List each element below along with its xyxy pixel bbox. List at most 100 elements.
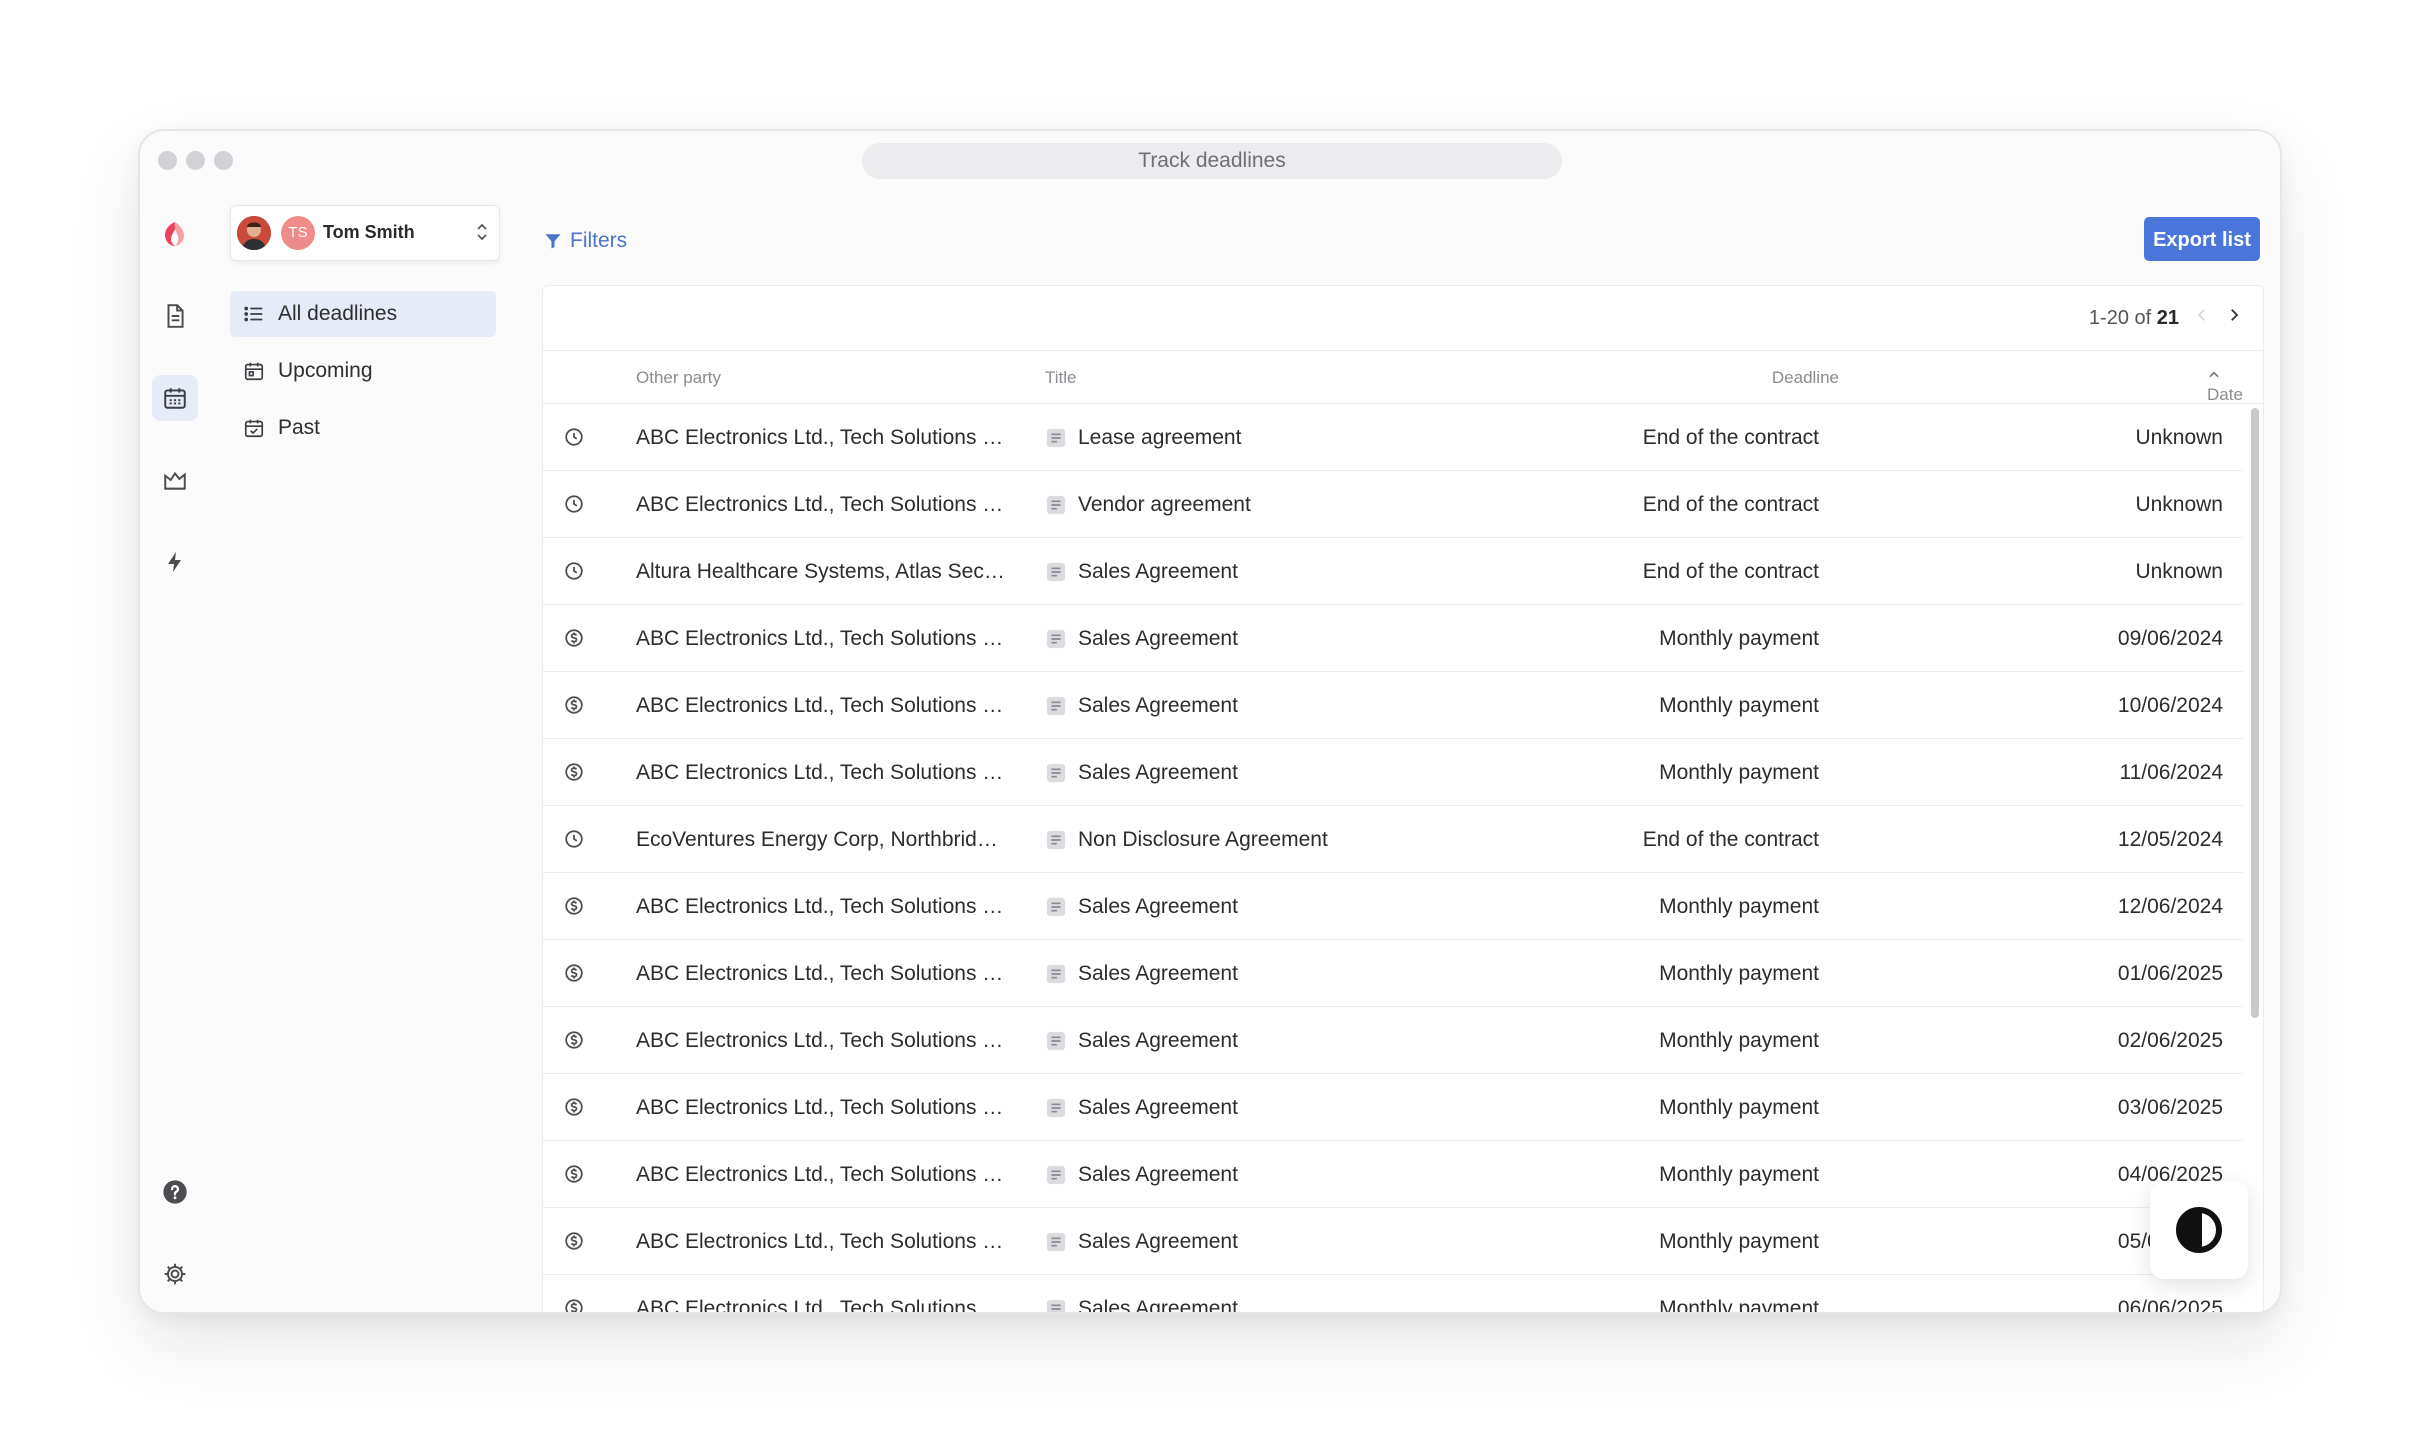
column-header-deadline[interactable]: Deadline — [1772, 368, 1839, 388]
bolt-icon[interactable] — [152, 539, 198, 585]
title-cell: Lease agreement — [1045, 426, 1241, 450]
table-row[interactable]: ABC Electronics Ltd., Tech Solutions Inc… — [543, 1275, 2243, 1314]
title-text: Non Disclosure Agreement — [1078, 828, 1328, 851]
calendar-icon[interactable] — [152, 375, 198, 421]
other-party-cell: ABC Electronics Ltd., Tech Solutions Inc… — [636, 493, 1006, 516]
payment-icon — [563, 895, 585, 917]
other-party-cell: ABC Electronics Ltd., Tech Solutions Inc… — [636, 1297, 1006, 1314]
document-icon — [1045, 494, 1067, 516]
table-row[interactable]: ABC Electronics Ltd., Tech Solutions Inc… — [543, 873, 2243, 940]
close-window-button[interactable] — [158, 151, 177, 170]
title-text: Sales Agreement — [1078, 1230, 1238, 1253]
logo-icon[interactable] — [152, 211, 198, 257]
table-row[interactable]: Altura Healthcare Systems, Atlas Secur..… — [543, 538, 2243, 605]
minimize-window-button[interactable] — [186, 151, 205, 170]
title-cell: Sales Agreement — [1045, 1096, 1238, 1120]
chevron-left-icon[interactable] — [2193, 306, 2211, 330]
filters-label: Filters — [570, 229, 628, 252]
user-switcher[interactable]: TS Tom Smith — [230, 205, 500, 261]
pagination-range: 1-20 of — [2088, 306, 2152, 329]
title-text: Vendor agreement — [1078, 493, 1251, 516]
document-icon — [1045, 1298, 1067, 1312]
sidebar-item-label: Past — [278, 416, 321, 439]
table-header: Other party Title Deadline Date — [543, 351, 2263, 404]
deadline-cell: Monthly payment — [1659, 895, 1819, 918]
deadline-cell: Monthly payment — [1659, 1029, 1819, 1052]
date-cell: 01/06/2025 — [2117, 962, 2223, 985]
column-header-date[interactable]: Date — [2207, 368, 2243, 404]
date-cell: Unknown — [2135, 426, 2223, 449]
other-party-cell: ABC Electronics Ltd., Tech Solutions Inc… — [636, 761, 1006, 784]
table-body: ABC Electronics Ltd., Tech Solutions Inc… — [543, 404, 2243, 1314]
title-text: Sales Agreement — [1078, 761, 1238, 784]
payment-icon — [563, 1163, 585, 1185]
table-row[interactable]: ABC Electronics Ltd., Tech Solutions Inc… — [543, 739, 2243, 806]
deadline-cell: End of the contract — [1642, 560, 1819, 583]
payment-icon — [563, 1230, 585, 1252]
sidebar-item-all-deadlines[interactable]: All deadlines — [230, 291, 496, 337]
table-row[interactable]: EcoVentures Energy Corp, Northbridge ...… — [543, 806, 2243, 873]
document-icon — [1045, 963, 1067, 985]
deadline-cell: Monthly payment — [1659, 1096, 1819, 1119]
table-row[interactable]: ABC Electronics Ltd., Tech Solutions Inc… — [543, 1141, 2243, 1208]
other-party-cell: ABC Electronics Ltd., Tech Solutions Inc… — [636, 1230, 1006, 1253]
export-list-button[interactable]: Export list — [2144, 217, 2260, 261]
title-cell: Non Disclosure Agreement — [1045, 828, 1328, 852]
date-cell: 03/06/2025 — [2117, 1096, 2223, 1119]
sidebar-item-past[interactable]: Past — [230, 405, 496, 451]
payment-icon — [563, 1096, 585, 1118]
sidebar-item-upcoming[interactable]: Upcoming — [230, 348, 496, 394]
table-row[interactable]: ABC Electronics Ltd., Tech Solutions Inc… — [543, 940, 2243, 1007]
deadline-cell: Monthly payment — [1659, 1163, 1819, 1186]
other-party-cell: ABC Electronics Ltd., Tech Solutions Inc… — [636, 694, 1006, 717]
date-cell: 12/06/2024 — [2117, 895, 2223, 918]
table-row[interactable]: ABC Electronics Ltd., Tech Solutions Inc… — [543, 1208, 2243, 1275]
analytics-icon[interactable] — [152, 457, 198, 503]
clock-icon — [563, 493, 585, 515]
sidebar-item-label: Upcoming — [278, 359, 373, 382]
deadline-cell: Monthly payment — [1659, 1297, 1819, 1314]
title-text: Sales Agreement — [1078, 694, 1238, 717]
avatar — [237, 216, 271, 250]
document-icon — [1045, 695, 1067, 717]
title-cell: Sales Agreement — [1045, 761, 1238, 785]
chevron-right-icon[interactable] — [2225, 306, 2243, 330]
document-icon[interactable] — [152, 293, 198, 339]
document-icon — [1045, 1231, 1067, 1253]
table-row[interactable]: ABC Electronics Ltd., Tech Solutions Inc… — [543, 1074, 2243, 1141]
document-icon — [1045, 561, 1067, 583]
clock-icon — [563, 426, 585, 448]
filter-icon — [545, 234, 561, 249]
document-icon — [1045, 427, 1067, 449]
document-icon — [1045, 1030, 1067, 1052]
other-party-cell: ABC Electronics Ltd., Tech Solutions Inc… — [636, 1029, 1006, 1052]
other-party-cell: ABC Electronics Ltd., Tech Solutions Inc… — [636, 962, 1006, 985]
table-row[interactable]: ABC Electronics Ltd., Tech Solutions Inc… — [543, 672, 2243, 739]
payment-icon — [563, 962, 585, 984]
scrollbar[interactable] — [2251, 408, 2259, 1018]
date-cell: 12/05/2024 — [2117, 828, 2223, 851]
date-cell: 06/06/2025 — [2117, 1297, 2223, 1314]
column-header-other-party[interactable]: Other party — [636, 368, 721, 388]
maximize-window-button[interactable] — [214, 151, 233, 170]
assistant-button[interactable] — [2150, 1181, 2248, 1279]
other-party-cell: ABC Electronics Ltd., Tech Solutions Inc… — [636, 627, 1006, 650]
payment-icon — [563, 1029, 585, 1051]
table-row[interactable]: ABC Electronics Ltd., Tech Solutions Inc… — [543, 471, 2243, 538]
title-cell: Sales Agreement — [1045, 1297, 1238, 1312]
other-party-cell: ABC Electronics Ltd., Tech Solutions Inc… — [636, 1163, 1006, 1186]
help-icon[interactable] — [152, 1169, 198, 1215]
deadline-cell: Monthly payment — [1659, 694, 1819, 717]
table-row[interactable]: ABC Electronics Ltd., Tech Solutions Inc… — [543, 1007, 2243, 1074]
column-header-title[interactable]: Title — [1045, 368, 1077, 388]
table-row[interactable]: ABC Electronics Ltd., Tech Solutions Inc… — [543, 605, 2243, 672]
title-text: Sales Agreement — [1078, 560, 1238, 583]
title-text: Sales Agreement — [1078, 1163, 1238, 1186]
user-initials-badge: TS — [281, 216, 315, 250]
deadline-cell: Monthly payment — [1659, 627, 1819, 650]
filters-button[interactable]: Filters — [544, 229, 627, 253]
settings-icon[interactable] — [152, 1251, 198, 1297]
date-cell: 09/06/2024 — [2117, 627, 2223, 650]
list-icon — [230, 303, 278, 325]
table-row[interactable]: ABC Electronics Ltd., Tech Solutions Inc… — [543, 404, 2243, 471]
